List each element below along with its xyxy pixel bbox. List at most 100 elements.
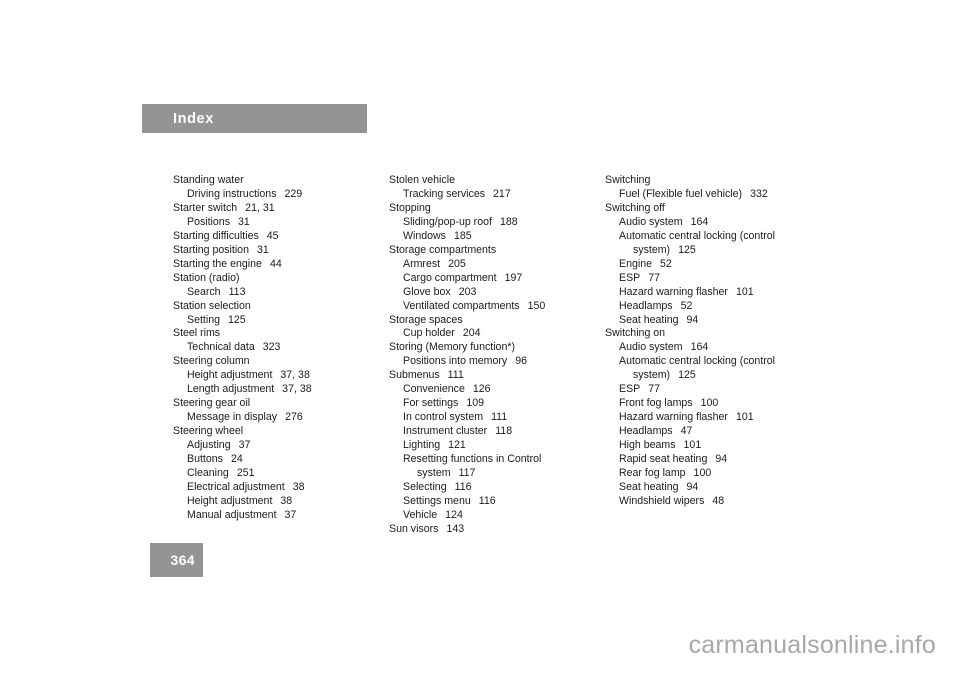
index-entry-label: Steering column	[173, 355, 250, 368]
index-subentry[interactable]: Rapid seat heating 94	[605, 453, 813, 467]
index-subentry[interactable]: Engine 52	[605, 258, 813, 272]
index-subentry[interactable]: Front fog lamps 100	[605, 397, 813, 411]
index-entry[interactable]: Submenus 111	[389, 369, 597, 383]
index-subentry[interactable]: system) 125	[605, 369, 813, 383]
index-subentry[interactable]: Vehicle 124	[389, 509, 597, 523]
index-entry[interactable]: Starter switch 21, 31	[173, 202, 381, 216]
index-entry-label: Headlamps	[619, 299, 673, 312]
page-title: Index	[173, 110, 214, 127]
index-subentry[interactable]: Seat heating 94	[605, 314, 813, 328]
index-subentry[interactable]: Automatic central locking (control	[605, 355, 813, 369]
index-entry[interactable]: Steering wheel	[173, 425, 381, 439]
index-subentry[interactable]: Message in display 276	[173, 411, 381, 425]
index-entry[interactable]: Standing water	[173, 174, 381, 188]
index-entry[interactable]: Steering gear oil	[173, 397, 381, 411]
index-entry-page-ref: 204	[462, 327, 481, 340]
index-entry[interactable]: Switching	[605, 174, 813, 188]
index-subentry[interactable]: Convenience 126	[389, 383, 597, 397]
index-entry-label: Height adjustment	[187, 494, 273, 507]
index-subentry[interactable]: Positions 31	[173, 216, 381, 230]
index-entry-label: Seat heating	[619, 313, 679, 326]
index-subentry[interactable]: Fuel (Flexible fuel vehicle) 332	[605, 188, 813, 202]
index-entry[interactable]: Steering column	[173, 355, 381, 369]
index-entry[interactable]: Sun visors 143	[389, 523, 597, 537]
index-entry-label: Hazard warning flasher	[619, 285, 728, 298]
index-entry[interactable]: Stopping	[389, 202, 597, 216]
index-subentry[interactable]: ESP 77	[605, 272, 813, 286]
index-subentry[interactable]: Hazard warning flasher 101	[605, 411, 813, 425]
index-subentry[interactable]: Cleaning 251	[173, 467, 381, 481]
index-subentry[interactable]: Cargo compartment 197	[389, 272, 597, 286]
index-subentry[interactable]: Setting 125	[173, 314, 381, 328]
index-entry-page-ref: 21, 31	[245, 201, 275, 214]
index-entry[interactable]: Switching off	[605, 202, 813, 216]
index-subentry[interactable]: Tracking services 217	[389, 188, 597, 202]
index-subentry[interactable]: Windows 185	[389, 230, 597, 244]
index-subentry[interactable]: Hazard warning flasher 101	[605, 286, 813, 300]
index-entry[interactable]: Starting the engine 44	[173, 258, 381, 272]
index-entry[interactable]: Storing (Memory function*)	[389, 341, 597, 355]
index-entry-page-ref: 121	[448, 439, 466, 452]
index-entry[interactable]: Steel rims	[173, 327, 381, 341]
index-entry-label: Length adjustment	[187, 383, 275, 396]
index-subentry[interactable]: Audio system 164	[605, 216, 813, 230]
index-subentry[interactable]: Search 113	[173, 286, 381, 300]
index-subentry[interactable]: Buttons 24	[173, 453, 381, 467]
index-subentry[interactable]: Electrical adjustment 38	[173, 481, 381, 495]
index-entry-label: Standing water	[173, 174, 244, 186]
index-subentry[interactable]: Height adjustment 38	[173, 495, 381, 509]
index-subentry[interactable]: ESP 77	[605, 383, 813, 397]
index-entry[interactable]: Starting difficulties 45	[173, 230, 381, 244]
index-subentry[interactable]: Headlamps 52	[605, 300, 813, 314]
index-entry[interactable]: Stolen vehicle	[389, 174, 597, 188]
index-subentry[interactable]: High beams 101	[605, 439, 813, 453]
index-subentry[interactable]: Seat heating 94	[605, 481, 813, 495]
index-subentry[interactable]: Cup holder 204	[389, 327, 597, 341]
index-entry[interactable]: Station (radio)	[173, 272, 381, 286]
index-entry-label: Cargo compartment	[403, 271, 497, 284]
index-subentry[interactable]: Windshield wipers 48	[605, 495, 813, 509]
index-subentry[interactable]: Rear fog lamp 100	[605, 467, 813, 481]
index-entry-page-ref: 116	[478, 494, 496, 507]
index-subentry[interactable]: In control system 111	[389, 411, 597, 425]
index-subentry[interactable]: system 117	[389, 467, 597, 481]
index-subentry[interactable]: Headlamps 47	[605, 425, 813, 439]
index-subentry[interactable]: Resetting functions in Control	[389, 453, 597, 467]
index-subentry[interactable]: Positions into memory 96	[389, 355, 597, 369]
index-subentry[interactable]: Sliding/pop-up roof 188	[389, 216, 597, 230]
index-subentry[interactable]: Height adjustment 37, 38	[173, 369, 381, 383]
index-entry-label: Positions	[187, 215, 230, 228]
index-entry-label: Adjusting	[187, 439, 231, 452]
index-entry[interactable]: Starting position 31	[173, 244, 381, 258]
index-subentry[interactable]: Armrest 205	[389, 258, 597, 272]
index-subentry[interactable]: Automatic central locking (control	[605, 230, 813, 244]
index-subentry[interactable]: Manual adjustment 37	[173, 509, 381, 523]
index-subentry[interactable]: Settings menu 116	[389, 495, 597, 509]
index-entry-page-ref: 109	[466, 397, 485, 410]
index-subentry[interactable]: Glove box 203	[389, 286, 597, 300]
index-entry-page-ref: 188	[499, 215, 518, 228]
index-entry[interactable]: Station selection	[173, 300, 381, 314]
index-entry-label: Headlamps	[619, 425, 673, 438]
index-subentry[interactable]: Length adjustment 37, 38	[173, 383, 381, 397]
index-subentry[interactable]: For settings 109	[389, 397, 597, 411]
index-entry[interactable]: Storage compartments	[389, 244, 597, 258]
index-entry-label: Submenus	[389, 369, 440, 382]
column-2: Stolen vehicle Tracking services 217 Stoppi…	[389, 174, 597, 537]
index-subentry[interactable]: Technical data 323	[173, 341, 381, 355]
index-entry-label: Steering wheel	[173, 425, 244, 438]
index-subentry[interactable]: Instrument cluster 118	[389, 425, 597, 439]
index-subentry[interactable]: Lighting 121	[389, 439, 597, 453]
index-subentry[interactable]: Driving instructions 229	[173, 188, 381, 202]
index-entry-page-ref: 276	[285, 411, 303, 424]
index-entry-label: Fuel (Flexible fuel vehicle)	[619, 187, 743, 200]
index-entry-page-ref: 251	[236, 467, 255, 480]
index-subentry[interactable]: system) 125	[605, 244, 813, 258]
index-entry[interactable]: Storage spaces	[389, 314, 597, 328]
index-entry-page-ref: 125	[678, 243, 696, 256]
index-subentry[interactable]: Adjusting 37	[173, 439, 381, 453]
index-subentry[interactable]: Selecting 116	[389, 481, 597, 495]
index-subentry[interactable]: Audio system 164	[605, 341, 813, 355]
index-entry[interactable]: Switching on	[605, 327, 813, 341]
index-subentry[interactable]: Ventilated compartments 150	[389, 300, 597, 314]
